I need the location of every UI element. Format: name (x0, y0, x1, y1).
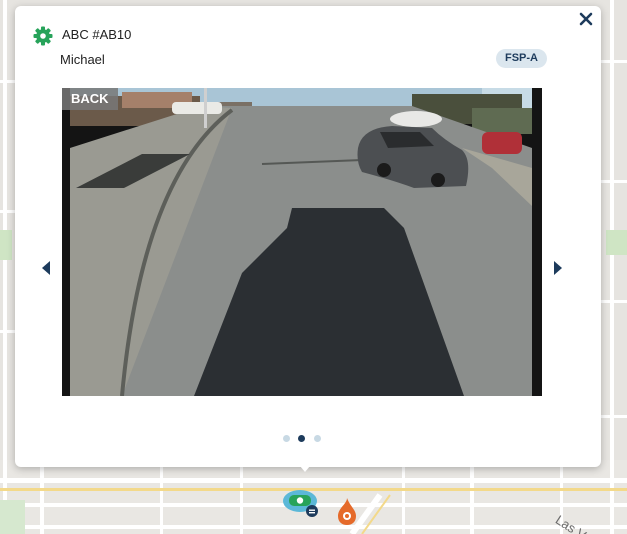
chevron-right-icon[interactable] (551, 258, 565, 278)
camera-scene (62, 88, 542, 396)
popup-pointer (295, 460, 315, 472)
carousel-dots (281, 434, 341, 444)
carousel-dot-active[interactable] (298, 435, 305, 442)
camera-image[interactable]: BACK (62, 88, 542, 396)
close-icon[interactable] (577, 10, 595, 28)
carousel-dot[interactable] (283, 435, 290, 442)
driver-name: Michael (60, 52, 105, 67)
gear-icon (33, 26, 53, 46)
chevron-left-icon[interactable] (39, 258, 53, 278)
vehicle-popup: ABC #AB10 Michael FSP-A BACK (15, 6, 601, 467)
vehicle-title: ABC #AB10 (62, 27, 132, 42)
vehicle-map-marker[interactable] (281, 487, 327, 519)
camera-view-label: BACK (62, 88, 118, 110)
incident-map-marker[interactable] (334, 496, 360, 526)
vehicle-type-badge: FSP-A (496, 49, 547, 68)
carousel-dot[interactable] (314, 435, 321, 442)
